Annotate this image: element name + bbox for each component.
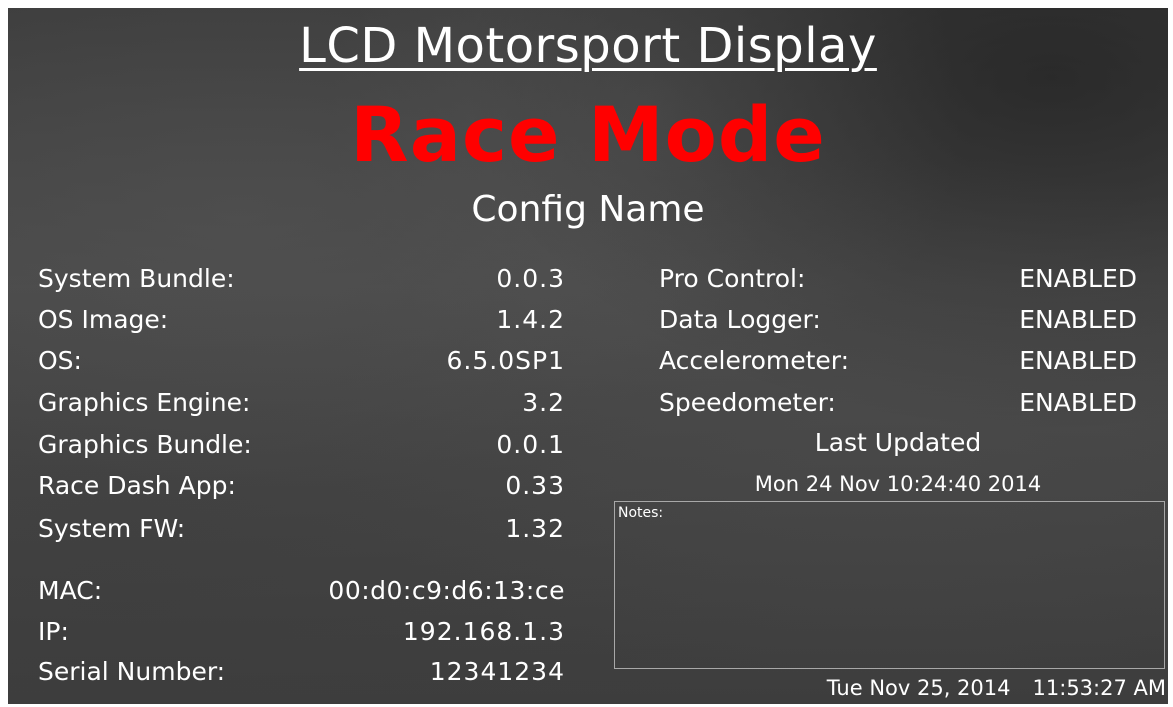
info-row-system-fw: System FW: 1.32 [38,509,565,549]
info-row-graphics-engine: Graphics Engine: 3.2 [38,383,565,423]
feature-row-data-logger: Data Logger: ENABLED [659,300,1137,340]
feature-label: Pro Control: [659,264,806,293]
info-value: 192.168.1.3 [402,617,565,646]
info-value: 0.0.1 [496,430,565,459]
notes-label: Notes: [618,505,664,521]
last-updated-label: Last Updated [814,428,982,457]
info-value: 00:d0:c9:d6:13:ce [328,576,565,605]
feature-status: ENABLED [1019,346,1137,375]
feature-row-pro-control: Pro Control: ENABLED [659,259,1137,299]
last-updated-date: Mon 24 Nov 10:24:40 2014 [754,472,1042,496]
system-clock: Tue Nov 25, 2014 11:53:27 AM [827,674,1166,702]
display-screen: LCD Motorsport Display Race Mode Config … [8,8,1168,704]
info-label: Serial Number: [38,657,226,686]
config-name: Config Name [471,189,705,230]
info-row-serial-number: Serial Number: 12341234 [38,652,565,692]
info-row-mac: MAC: 00:d0:c9:d6:13:ce [38,571,565,611]
info-value: 1.32 [505,514,565,543]
info-row-os: OS: 6.5.0SP1 [38,341,565,381]
info-row-system-bundle: System Bundle: 0.0.3 [38,259,565,299]
feature-row-accelerometer: Accelerometer: ENABLED [659,341,1137,381]
info-label: OS: [38,346,82,375]
info-label: System FW: [38,514,186,543]
notes-box[interactable]: Notes: [614,501,1165,669]
info-row-graphics-bundle: Graphics Bundle: 0.0.1 [38,425,565,465]
info-value: 1.4.2 [496,305,565,334]
info-label: System Bundle: [38,264,235,293]
feature-status: ENABLED [1019,264,1137,293]
info-value: 3.2 [522,388,565,417]
info-value: 6.5.0SP1 [446,346,565,375]
clock-date: Tue Nov 25, 2014 [826,676,1011,700]
feature-label: Speedometer: [659,388,836,417]
info-row-ip: IP: 192.168.1.3 [38,612,565,652]
info-label: IP: [38,617,69,646]
info-label: MAC: [38,576,103,605]
feature-status: ENABLED [1019,305,1137,334]
info-value: 0.33 [505,471,565,500]
feature-label: Data Logger: [659,305,821,334]
info-value: 12341234 [429,657,565,686]
feature-status: ENABLED [1019,388,1137,417]
info-row-os-image: OS Image: 1.4.2 [38,300,565,340]
info-row-race-dash-app: Race Dash App: 0.33 [38,466,565,506]
feature-row-speedometer: Speedometer: ENABLED [659,383,1137,423]
info-value: 0.0.3 [496,264,565,293]
clock-time: 11:53:27 AM [1032,676,1166,700]
info-label: OS Image: [38,305,169,334]
info-label: Graphics Engine: [38,388,251,417]
feature-label: Accelerometer: [659,346,850,375]
display-title: LCD Motorsport Display [299,18,877,74]
info-label: Race Dash App: [38,471,236,500]
race-mode-heading: Race Mode [350,90,826,179]
info-label: Graphics Bundle: [38,430,252,459]
